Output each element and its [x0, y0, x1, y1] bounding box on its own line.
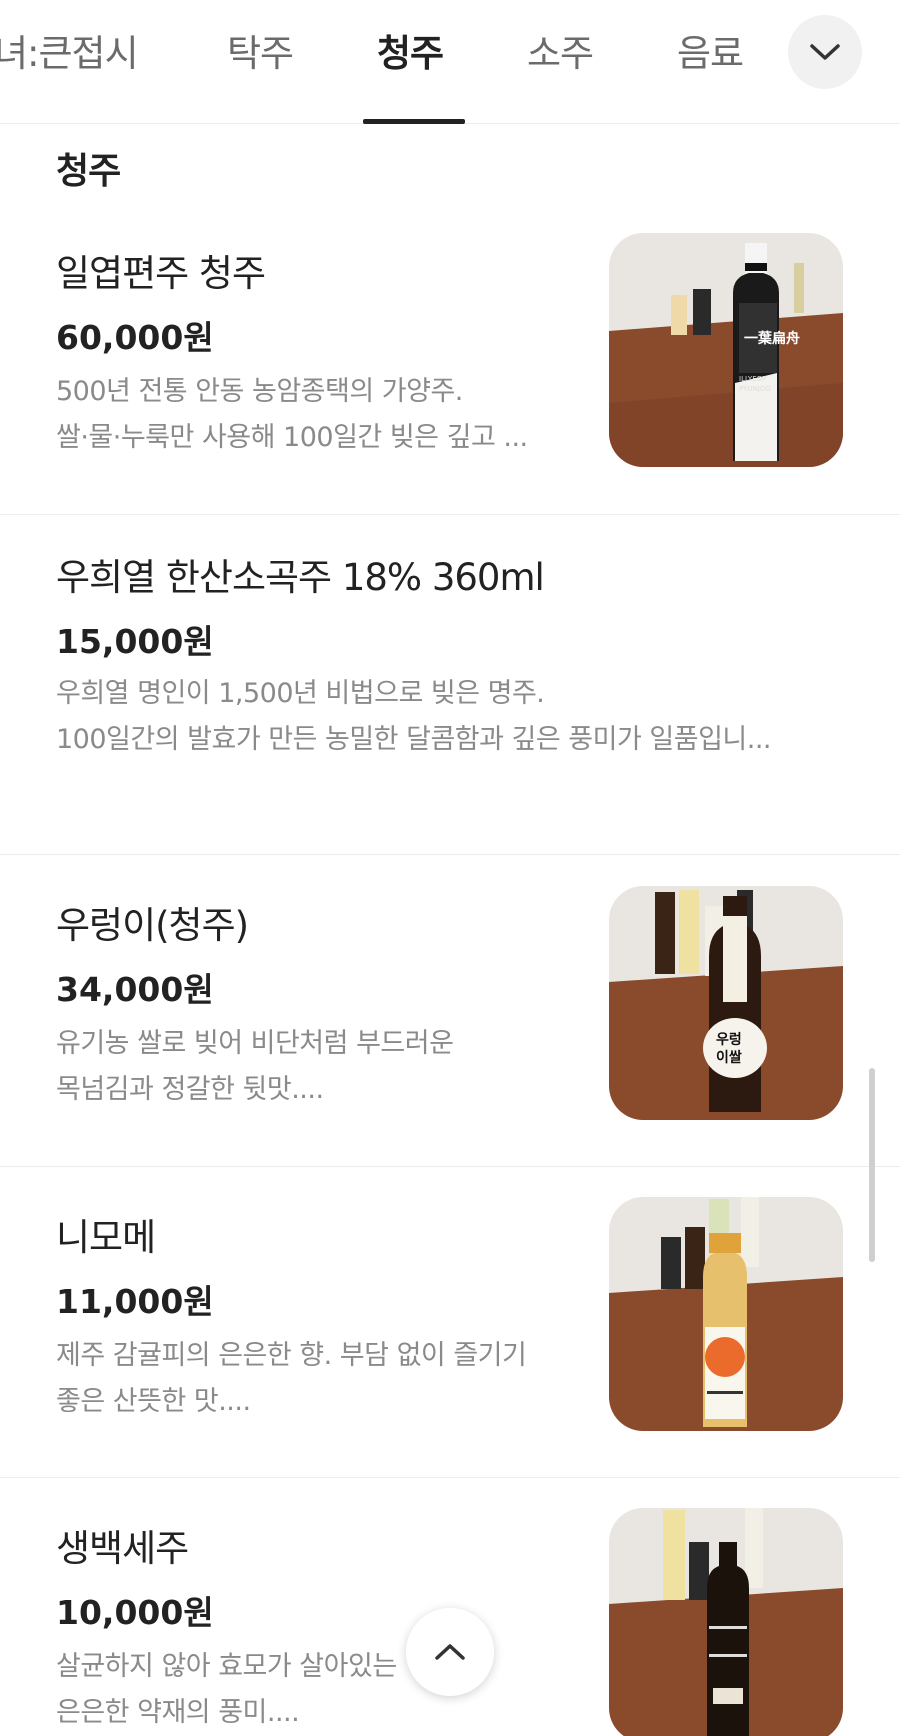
bottle-label-text: 이쌀 — [716, 1049, 742, 1066]
item-description: 살균하지 않아 효모가 살아있는 — [56, 1651, 397, 1682]
menu-item[interactable]: 우희열 한산소곡주 18% 360ml 15,000원 우희열 명인이 1,50… — [0, 515, 900, 855]
item-description: 목넘김과 정갈한 뒷맛.... — [56, 1074, 324, 1105]
expand-tabs-button[interactable] — [788, 15, 862, 89]
item-price: 34,000원 — [56, 970, 214, 1009]
menu-item[interactable]: 우렁이(청주) 34,000원 유기농 쌀로 빚어 비단처럼 부드러운 목넘김과… — [0, 855, 900, 1167]
tab-takju[interactable]: 탁주 — [227, 30, 294, 78]
bottle-photo — [609, 1197, 843, 1431]
scroll-to-top-button[interactable] — [406, 1608, 494, 1696]
item-description: 유기농 쌀로 빚어 비단처럼 부드러운 — [56, 1028, 454, 1059]
item-description: 우희열 명인이 1,500년 비법으로 빚은 명주. — [56, 678, 545, 709]
item-description: 100일간의 발효가 만든 농밀한 달콤함과 깊은 풍미가 일품입니... — [56, 724, 772, 755]
bottle-label-text: 一葉扁舟 — [744, 330, 800, 347]
chevron-up-icon — [435, 1644, 465, 1660]
bottle-photo: 一葉扁舟 ILLYEOP PYUNJOO — [609, 233, 843, 467]
tab-beverage[interactable]: 음료 — [677, 30, 744, 78]
item-description: 좋은 산뜻한 맛.... — [56, 1386, 251, 1417]
tab-soju[interactable]: 소주 — [527, 30, 594, 78]
item-image[interactable] — [609, 1197, 843, 1431]
menu-item[interactable]: 생백세주 10,000원 살균하지 않아 효모가 살아있는 은은한 약재의 풍미… — [0, 1478, 900, 1736]
tab-cheongju[interactable]: 청주 — [377, 30, 444, 78]
item-price: 60,000원 — [56, 318, 214, 357]
item-description: 500년 전통 안동 농암종택의 가양주. — [56, 376, 463, 407]
item-image[interactable] — [609, 1508, 843, 1736]
menu-item[interactable]: 니모메 11,000원 제주 감귤피의 은은한 향. 부담 없이 즐기기 좋은 … — [0, 1167, 900, 1478]
item-description: 은은한 약재의 풍미.... — [56, 1697, 300, 1728]
bottle-label-text: PYUNJOO — [739, 385, 771, 393]
bottle-label-text: ILLYEOP — [739, 375, 766, 383]
item-image[interactable]: 우렁 이쌀 — [609, 886, 843, 1120]
item-price: 10,000원 — [56, 1593, 214, 1632]
scrollbar[interactable] — [869, 1068, 875, 1262]
bottle-label-text: 우렁 — [716, 1032, 742, 1048]
item-name: 생백세주 — [56, 1527, 189, 1570]
bottle-photo: 우렁 이쌀 — [609, 886, 843, 1120]
item-name: 우희열 한산소곡주 18% 360ml — [56, 556, 545, 599]
item-name: 일엽편주 청주 — [56, 252, 266, 295]
item-image[interactable]: 一葉扁舟 ILLYEOP PYUNJOO — [609, 233, 843, 467]
bottle-photo — [609, 1508, 843, 1736]
item-description: 제주 감귤피의 은은한 향. 부담 없이 즐기기 — [56, 1340, 527, 1371]
item-price: 11,000원 — [56, 1282, 214, 1321]
item-price: 15,000원 — [56, 622, 214, 661]
item-name: 니모메 — [56, 1216, 156, 1259]
item-description: 쌀·물·누룩만 사용해 100일간 빚은 깊고 ... — [56, 422, 528, 453]
chevron-down-icon — [810, 44, 840, 60]
active-tab-indicator — [363, 119, 465, 124]
item-name: 우렁이(청주) — [56, 904, 249, 947]
menu-item[interactable]: 일엽편주 청주 60,000원 500년 전통 안동 농암종택의 가양주. 쌀·… — [0, 205, 900, 515]
menu-page: 녀:큰접시 탁주 청주 소주 음료 청주 일엽편주 청주 60,000원 500… — [0, 0, 900, 1736]
tab-large-plate[interactable]: 녀:큰접시 — [0, 30, 139, 78]
category-tab-bar: 녀:큰접시 탁주 청주 소주 음료 — [0, 0, 900, 124]
section-title: 청주 — [56, 151, 121, 192]
